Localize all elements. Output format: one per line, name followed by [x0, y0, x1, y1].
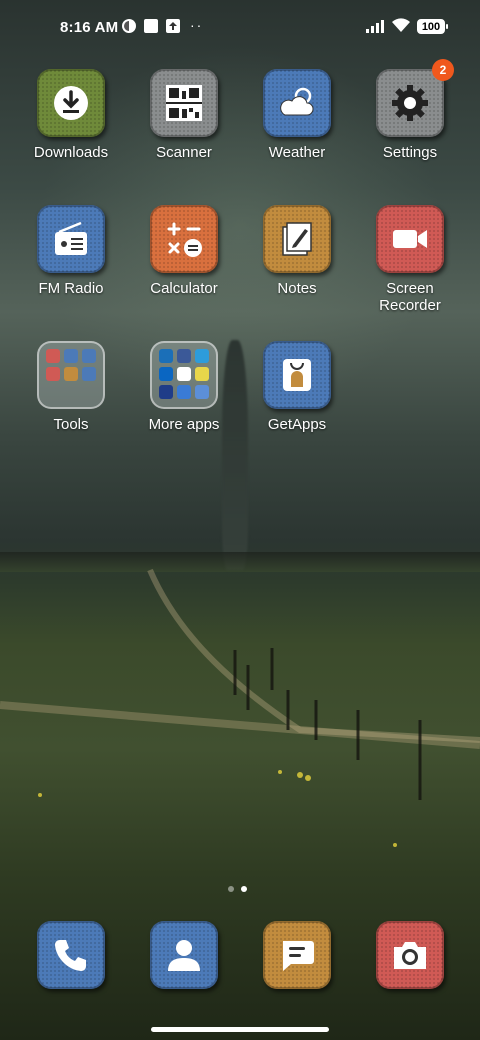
page-dot[interactable] [228, 886, 234, 892]
app-getapps[interactable]: GetApps [247, 341, 347, 433]
mini-app-icon [159, 385, 173, 399]
mini-app-icon [82, 367, 96, 381]
app-label: Notes [277, 280, 317, 297]
scanner-tile[interactable] [150, 69, 218, 137]
tools-folder-tile[interactable] [37, 341, 105, 409]
video-camera-icon [393, 230, 427, 248]
camera-icon [394, 942, 426, 969]
more-notifications: ·· [190, 17, 204, 33]
gear-icon [392, 85, 428, 121]
notification-square-icon [144, 19, 158, 33]
getapps-tile[interactable] [263, 341, 331, 409]
settings-tile[interactable]: 2 [376, 59, 454, 137]
status-bar: 8:16 AM ·· 100 [0, 0, 480, 56]
mini-app-icon [64, 349, 78, 363]
download-icon [54, 86, 88, 120]
mini-app-icon [195, 385, 209, 399]
upload-icon [166, 19, 180, 33]
mini-app-icon [64, 367, 78, 381]
contacts-icon [168, 940, 200, 971]
app-label: Screen Recorder [379, 280, 441, 314]
app-downloads[interactable]: Downloads [21, 69, 121, 161]
mini-app-icon [177, 349, 191, 363]
mini-app-icon [46, 367, 60, 381]
camera-tile[interactable] [376, 921, 444, 989]
dock-phone[interactable] [21, 921, 121, 989]
messages-icon [283, 941, 314, 971]
mini-app-icon [159, 367, 173, 381]
mini-app-icon [195, 367, 209, 381]
radio-icon [55, 221, 87, 255]
notification-badge: 2 [432, 59, 454, 81]
messages-tile[interactable] [263, 921, 331, 989]
signal-icon [366, 20, 384, 33]
mini-app-icon [159, 349, 173, 363]
status-time: 8:16 AM [60, 19, 119, 36]
page-indicator [228, 879, 254, 897]
app-scanner[interactable]: Scanner [134, 69, 234, 161]
home-indicator-bar[interactable] [151, 1027, 329, 1032]
app-label: GetApps [267, 416, 327, 433]
weather-tile[interactable] [263, 69, 331, 137]
app-label: Scanner [156, 144, 212, 161]
app-label: Tools [53, 416, 89, 433]
calculator-icon [167, 222, 202, 257]
app-label: Settings [382, 144, 438, 161]
downloads-tile[interactable] [37, 69, 105, 137]
mini-app-icon [46, 349, 60, 363]
vpn-icon [122, 19, 136, 33]
app-notes[interactable]: Notes [247, 205, 347, 297]
phone-icon [55, 940, 86, 971]
dock-contacts[interactable] [134, 921, 234, 989]
app-screen-recorder[interactable]: Screen Recorder [360, 205, 460, 314]
more-apps-folder-tile[interactable] [150, 341, 218, 409]
calculator-tile[interactable] [150, 205, 218, 273]
app-weather[interactable]: Weather [247, 69, 347, 161]
dock-messages[interactable] [247, 921, 347, 989]
notes-icon [282, 222, 312, 256]
folder-more-apps[interactable]: More apps [134, 341, 234, 433]
screen-recorder-tile[interactable] [376, 205, 444, 273]
app-fm-radio[interactable]: FM Radio [21, 205, 121, 297]
mini-app-icon [82, 349, 96, 363]
contacts-tile[interactable] [150, 921, 218, 989]
mini-app-icon [177, 367, 191, 381]
app-label: Calculator [150, 280, 218, 297]
mini-app-icon [195, 349, 209, 363]
folder-tools[interactable]: Tools [21, 341, 121, 433]
app-label: FM Radio [38, 280, 104, 297]
mini-app-icon [177, 385, 191, 399]
app-calculator[interactable]: Calculator [134, 205, 234, 297]
dock-camera[interactable] [360, 921, 460, 989]
app-label: Downloads [33, 144, 109, 161]
battery-indicator: 100 [417, 19, 448, 34]
app-label: More apps [148, 416, 220, 433]
phone-tile[interactable] [37, 921, 105, 989]
notes-tile[interactable] [263, 205, 331, 273]
app-label: Weather [268, 144, 326, 161]
shopping-bag-icon [283, 359, 311, 391]
wifi-icon [392, 18, 410, 32]
fm-radio-tile[interactable] [37, 205, 105, 273]
qr-code-icon [166, 85, 202, 121]
app-settings[interactable]: 2 Settings [360, 59, 460, 161]
page-dot-active[interactable] [241, 886, 247, 892]
weather-icon [280, 87, 314, 116]
